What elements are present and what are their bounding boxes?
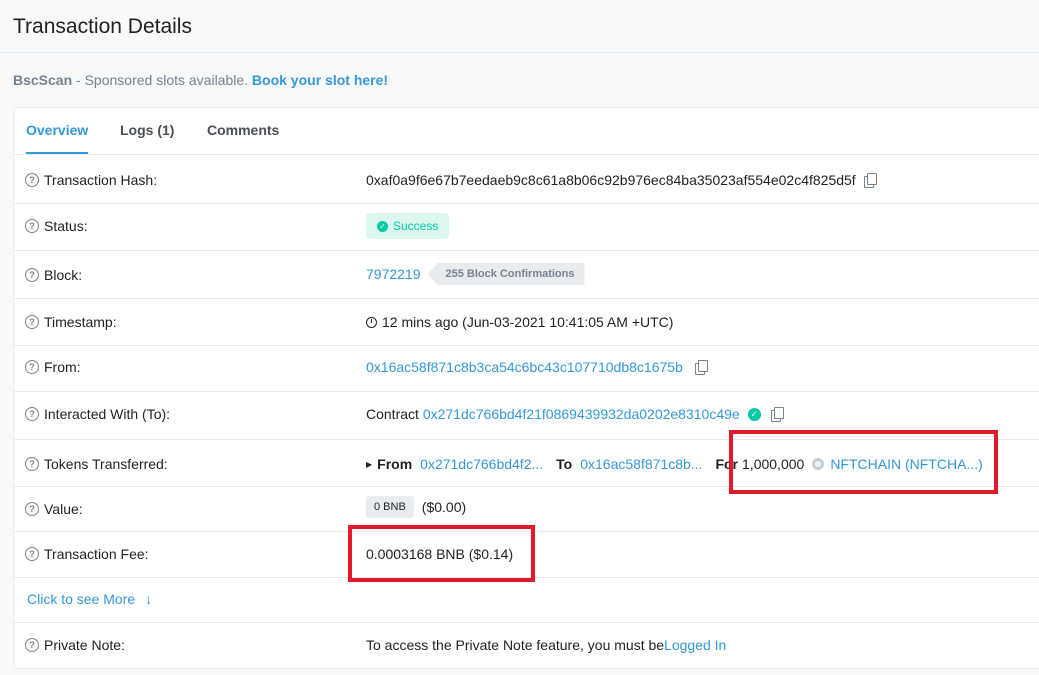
see-more-link[interactable]: Click to see More ↓ <box>27 591 152 607</box>
row-label: ? Transaction Hash: <box>25 172 157 188</box>
row-status: ? Status: ✓ Success <box>14 204 1039 251</box>
block-confirmations-badge: 255 Block Confirmations <box>427 263 585 285</box>
question-icon: ? <box>25 638 39 652</box>
token-from-label: From <box>377 456 413 472</box>
sponsor-brand: BscScan <box>13 72 73 88</box>
clock-icon <box>366 316 377 328</box>
row-from: ? From: 0x16ac58f871c8b3ca54c6bc43c107710… <box>14 346 1039 392</box>
row-label: ? Private Note: <box>25 637 125 653</box>
caret-right-icon: ▶ <box>366 459 373 469</box>
row-value: 0xaf0a9f6e67b7eedaeb9c8c61a8b06c92b976ec… <box>366 172 877 188</box>
question-icon: ? <box>25 315 39 329</box>
highlight-box-token-amount <box>729 430 998 494</box>
question-icon: ? <box>25 219 39 233</box>
verified-icon: ✓ <box>747 407 761 421</box>
row-timestamp: ? Timestamp: 12 mins ago (Jun-03-2021 10:… <box>14 299 1039 346</box>
tab-overview[interactable]: Overview <box>26 108 89 154</box>
arrow-down-icon: ↓ <box>145 591 153 607</box>
row-label: ? Timestamp: <box>25 314 117 330</box>
page-title: Transaction Details <box>13 15 192 38</box>
timestamp-value: 12 mins ago (Jun-03-2021 10:41:05 AM +UT… <box>382 314 674 330</box>
title-divider <box>0 52 1039 53</box>
block-number-link[interactable]: 7972219 <box>366 266 421 282</box>
row-value: 7972219 255 Block Confirmations <box>366 263 585 285</box>
private-note-text: To access the Private Note feature, you … <box>366 637 665 653</box>
tab-bar: Overview Logs (1) Comments <box>14 108 1039 155</box>
row-block: ? Block: 7972219 255 Block Confirmations <box>14 251 1039 299</box>
question-icon: ? <box>25 407 39 421</box>
question-icon: ? <box>25 547 39 561</box>
transaction-card: Overview Logs (1) Comments ? Transaction … <box>13 107 1039 669</box>
row-label: ? Tokens Transferred: <box>25 456 168 472</box>
row-value: 0x16ac58f871c8b3ca54c6bc43c107710db8c167… <box>366 359 708 375</box>
tab-logs[interactable]: Logs (1) <box>120 108 174 154</box>
question-icon: ? <box>25 173 39 187</box>
row-label: ? Block: <box>25 267 82 283</box>
row-label: ? Status: <box>25 218 88 234</box>
row-label: ? Value: <box>25 501 83 517</box>
row-label: ? From: <box>25 359 81 375</box>
row-transaction-hash: ? Transaction Hash: 0xaf0a9f6e67b7eedaeb9… <box>14 155 1039 204</box>
row-label: ? Interacted With (To): <box>25 406 170 422</box>
question-icon: ? <box>25 457 39 471</box>
contract-prefix: Contract <box>366 406 419 422</box>
value-usd: ($0.00) <box>421 499 467 515</box>
question-icon: ? <box>25 502 39 516</box>
transaction-hash-value: 0xaf0a9f6e67b7eedaeb9c8c61a8b06c92b976ec… <box>366 172 856 188</box>
from-address-link[interactable]: 0x16ac58f871c8b3ca54c6bc43c107710db8c167… <box>366 359 683 375</box>
status-badge: ✓ Success <box>366 213 450 239</box>
token-from-link[interactable]: 0x271dc766bd4f2... <box>420 456 543 472</box>
question-icon: ? <box>25 360 39 374</box>
row-private-note: ? Private Note: To access the Private Not… <box>14 623 1039 667</box>
logged-in-link[interactable]: Logged In <box>664 637 726 653</box>
tab-comments[interactable]: Comments <box>207 108 279 154</box>
sponsor-banner: BscScan - Sponsored slots available. Boo… <box>13 72 388 88</box>
copy-icon[interactable] <box>694 360 708 375</box>
question-icon: ? <box>25 268 39 282</box>
row-value: ✓ Success <box>366 213 450 239</box>
row-value: Contract 0x271dc766bd4f21f0869439932da02… <box>366 406 784 422</box>
copy-icon[interactable] <box>770 407 784 422</box>
row-label: ? Transaction Fee: <box>25 546 149 562</box>
book-slot-link[interactable]: Book your slot here! <box>252 72 388 88</box>
value-badge: 0 BNB <box>366 496 414 518</box>
token-to-label: To <box>556 456 573 472</box>
token-to-link[interactable]: 0x16ac58f871c8b... <box>580 456 702 472</box>
highlight-box-transaction-fee <box>348 525 535 582</box>
copy-icon[interactable] <box>863 173 877 188</box>
sponsor-text: - Sponsored slots available. <box>72 72 252 88</box>
check-circle-icon: ✓ <box>377 220 388 232</box>
row-see-more: Click to see More ↓ <box>14 578 1039 623</box>
row-value: To access the Private Note feature, you … <box>366 637 726 653</box>
row-value: 0 BNB ($0.00) <box>366 496 466 518</box>
contract-address-link[interactable]: 0x271dc766bd4f21f0869439932da0202e8310c4… <box>423 406 740 422</box>
row-value: 12 mins ago (Jun-03-2021 10:41:05 AM +UT… <box>366 314 673 330</box>
